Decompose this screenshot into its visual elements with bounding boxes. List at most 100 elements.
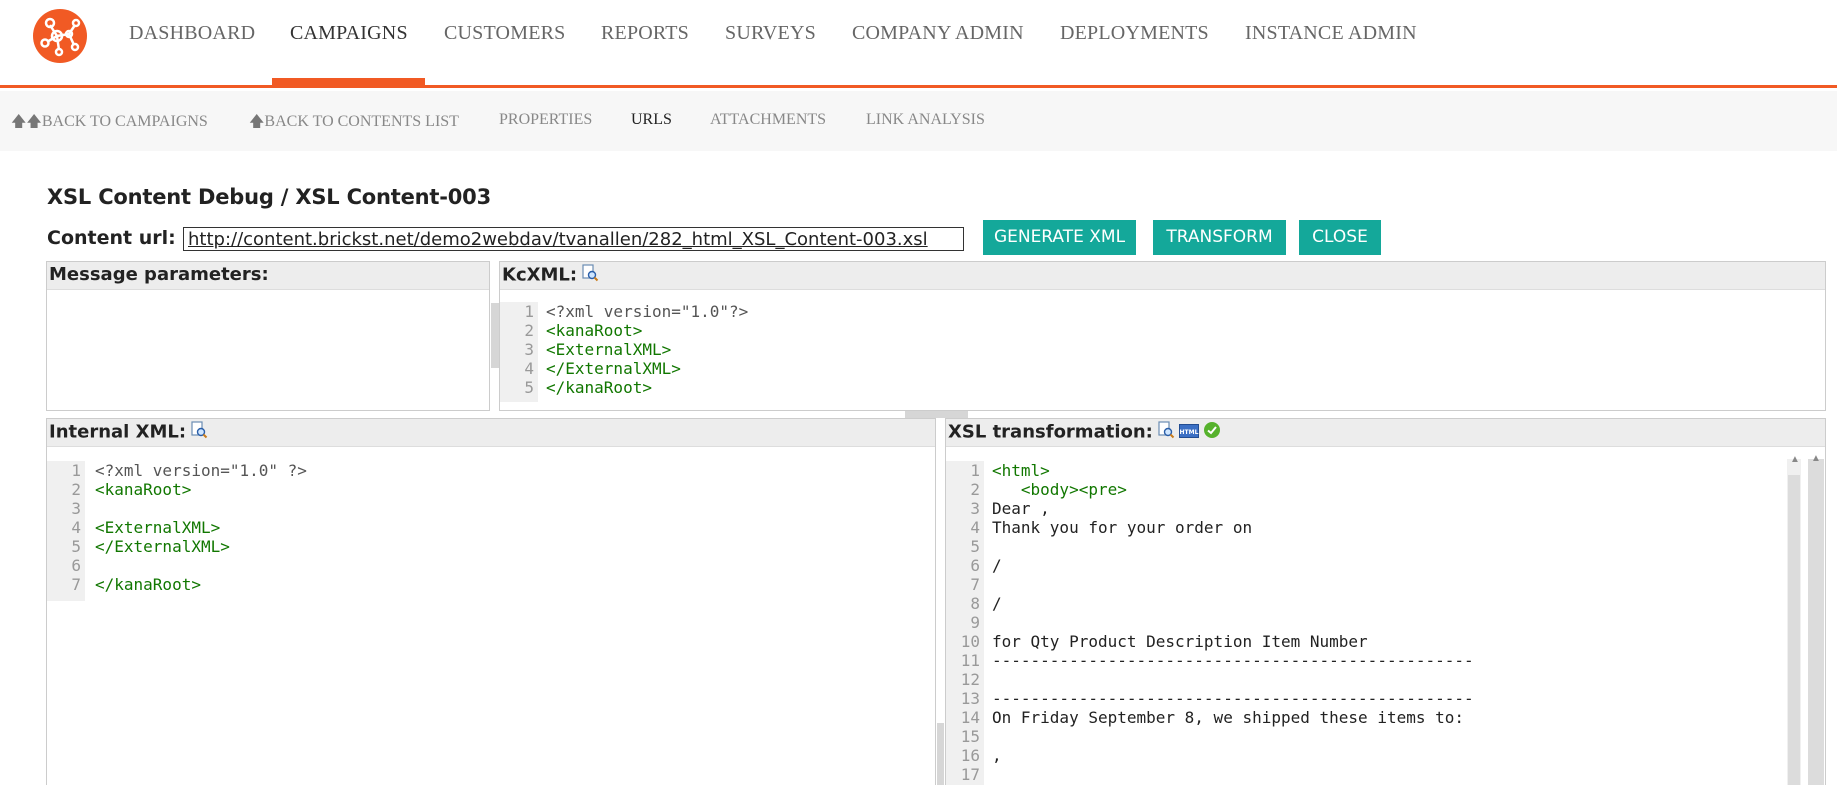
line-number: 2 [71, 480, 81, 499]
html-preview-icon[interactable]: HTML [1178, 422, 1199, 443]
logo[interactable] [33, 9, 87, 63]
line-number: 2 [524, 321, 534, 340]
code-line: <html> [992, 461, 1050, 480]
outer-scrollbar-thumb[interactable] [1808, 459, 1824, 785]
internal-xml-code-editor[interactable]: 1234567 <?xml version="1.0" ?> <kanaRoot>… [47, 461, 935, 785]
line-number: 5 [970, 537, 980, 556]
code-line: ----------------------------------------… [992, 689, 1474, 708]
code-line: </ExternalXML> [95, 537, 230, 556]
generate-xml-button[interactable]: GENERATE XML [983, 220, 1136, 255]
tab-urls[interactable]: URLS [631, 111, 672, 129]
code-line: Dear , [992, 499, 1050, 518]
code-line: <ExternalXML> [546, 340, 672, 359]
nav-dashboard[interactable]: DASHBOARD [129, 22, 255, 45]
line-number: 1 [970, 461, 980, 480]
line-number: 4 [71, 518, 81, 537]
nav-company-admin[interactable]: COMPANY ADMIN [852, 22, 1024, 45]
line-number: 3 [524, 340, 534, 359]
code-line: for Qty Product Description Item Number [992, 632, 1368, 651]
preview-search-icon[interactable] [1157, 421, 1175, 444]
nav-instance-admin[interactable]: INSTANCE ADMIN [1245, 22, 1417, 45]
horizontal-splitter[interactable] [905, 411, 968, 418]
nav-campaigns[interactable]: CAMPAIGNS [290, 22, 408, 45]
code-line: <?xml version="1.0"?> [546, 302, 749, 321]
arrow-up-icon: 🡅🡅 [11, 114, 42, 130]
nav-surveys[interactable]: SURVEYS [725, 22, 816, 45]
kcxml-code-lines: <?xml version="1.0"?> <kanaRoot> <External… [546, 302, 748, 397]
vertical-splitter-bottom[interactable] [937, 723, 944, 785]
code-line: <?xml version="1.0" ?> [95, 461, 307, 480]
vertical-splitter[interactable] [491, 303, 499, 368]
xsl-transformation-header: XSL transformation: HTML [946, 419, 1825, 447]
internal-xml-line-gutter: 1234567 [47, 461, 85, 601]
message-parameters-title: Message parameters: [47, 262, 489, 290]
code-line: <kanaRoot> [546, 321, 643, 340]
close-button[interactable]: CLOSE [1299, 220, 1381, 255]
active-nav-indicator [272, 78, 425, 88]
check-valid-icon[interactable] [1203, 421, 1221, 444]
preview-search-icon[interactable] [190, 421, 208, 444]
network-logo-icon [40, 17, 81, 57]
back-to-contents-list-label: BACK TO CONTENTS LIST [264, 113, 459, 130]
line-number: 12 [960, 670, 980, 689]
line-number: 7 [71, 575, 81, 594]
code-line: <body><pre> [992, 480, 1127, 499]
content-url-field[interactable] [183, 227, 964, 251]
kcxml-panel: KcXML: 12345 <?xml version="1.0"?> <kanaR… [499, 261, 1826, 411]
line-number: 11 [960, 651, 980, 670]
code-line: On Friday September 8, we shipped these … [992, 708, 1465, 727]
kcxml-code-editor[interactable]: 12345 <?xml version="1.0"?> <kanaRoot> <Ex… [500, 302, 1825, 402]
internal-xml-panel: Internal XML: 1234567 <?xml version="1.0… [46, 418, 936, 785]
code-line: <ExternalXML> [95, 518, 221, 537]
code-line: ----------------------------------------… [992, 651, 1474, 670]
line-number: 4 [524, 359, 534, 378]
line-number: 13 [960, 689, 980, 708]
scroll-up-icon[interactable]: ▲ [1811, 453, 1821, 464]
nav-customers[interactable]: CUSTOMERS [444, 22, 565, 45]
tab-properties[interactable]: PROPERTIES [499, 111, 592, 129]
message-parameters-panel: Message parameters: [46, 261, 490, 411]
back-to-contents-list-link[interactable]: 🡅BACK TO CONTENTS LIST [249, 111, 459, 136]
transform-button[interactable]: TRANSFORM [1153, 220, 1286, 255]
kcxml-line-gutter: 12345 [500, 302, 538, 402]
code-line: Thank you for your order on [992, 518, 1253, 537]
xsl-transformation-code-editor[interactable]: 1 2 3 4 5 6 7 8 9 10 11 12 13 14 15 16 17 <html> <body><… [946, 461, 1786, 785]
line-number: 6 [71, 556, 81, 575]
line-number: 8 [970, 594, 980, 613]
code-line: / [992, 594, 1002, 613]
line-number: 3 [970, 499, 980, 518]
back-to-campaigns-label: BACK TO CAMPAIGNS [41, 113, 208, 130]
tab-link-analysis[interactable]: LINK ANALYSIS [866, 111, 985, 129]
internal-xml-title: Internal XML: [49, 421, 187, 443]
preview-search-icon[interactable] [581, 264, 599, 287]
xsl-transformation-panel: XSL transformation: HTML 1 2 3 4 5 6 7 8 9 10 11 12… [945, 418, 1826, 785]
line-number: 2 [970, 480, 980, 499]
xsl-transformation-title: XSL transformation: [948, 421, 1153, 443]
tab-attachments[interactable]: ATTACHMENTS [710, 111, 826, 129]
line-number: 4 [970, 518, 980, 537]
inner-scrollbar-thumb[interactable] [1788, 475, 1800, 785]
code-line: / [992, 556, 1002, 575]
page-title: XSL Content Debug / XSL Content-003 [47, 185, 491, 209]
internal-xml-header: Internal XML: [47, 419, 935, 447]
xsl-code-lines: <html> <body><pre> Dear , Thank you for yo… [992, 461, 1474, 784]
line-number: 5 [71, 537, 81, 556]
line-number: 17 [960, 765, 980, 784]
content-url-label: Content url: [47, 227, 176, 249]
line-number: 1 [524, 302, 534, 321]
scroll-up-icon[interactable]: ▲ [1790, 454, 1800, 465]
code-line: </kanaRoot> [546, 378, 652, 397]
nav-reports[interactable]: REPORTS [601, 22, 689, 45]
xsl-line-gutter: 1 2 3 4 5 6 7 8 9 10 11 12 13 14 15 16 17 [946, 461, 984, 785]
back-to-campaigns-link[interactable]: 🡅🡅BACK TO CAMPAIGNS [11, 111, 208, 136]
code-line: </kanaRoot> [95, 575, 201, 594]
kcxml-header: KcXML: [500, 262, 1825, 290]
internal-xml-code-lines: <?xml version="1.0" ?> <kanaRoot> <Externa… [95, 461, 307, 594]
nav-deployments[interactable]: DEPLOYMENTS [1060, 22, 1209, 45]
